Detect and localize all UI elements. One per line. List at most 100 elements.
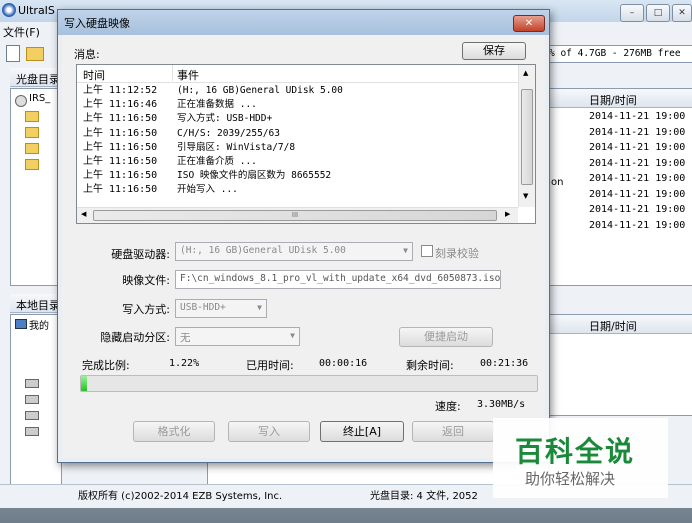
time-column-header[interactable]: 时间 xyxy=(83,67,105,83)
date-cell: 2014-11-21 19:00 xyxy=(589,204,686,215)
hide-partition-label: 隐藏启动分区: xyxy=(100,331,170,344)
maximize-button[interactable]: □ xyxy=(646,4,670,22)
dialog-body: 消息: 保存 时间 事件 上午 11:12:52 (H:, 16 GB)Gener… xyxy=(62,35,545,458)
watermark-logo: 百科全说 助你轻松解决 xyxy=(493,418,668,498)
local-directory-tree[interactable]: 我的 xyxy=(10,314,62,486)
completion-label: 完成比例: xyxy=(82,359,130,372)
ultraiso-app-icon xyxy=(2,3,16,17)
cd-file-list[interactable]: 日期/时间 on 2014-11-21 19:00 2014-11-21 19:… xyxy=(548,88,692,286)
chevron-down-icon: ▼ xyxy=(257,303,262,312)
return-button[interactable]: 返回 xyxy=(412,421,494,442)
local-file-list[interactable]: 日期/时间 xyxy=(548,314,692,416)
watermark-title: 百科全说 xyxy=(515,435,636,468)
progress-bar xyxy=(80,375,538,392)
column-divider xyxy=(172,65,173,81)
partial-column-text: on xyxy=(551,177,564,188)
abort-button[interactable]: 终止[A] xyxy=(320,421,404,442)
folder-icon xyxy=(25,127,39,138)
new-file-icon[interactable] xyxy=(6,45,20,62)
hide-partition-value: 无 xyxy=(180,332,191,344)
open-folder-icon[interactable] xyxy=(26,47,44,61)
remaining-label: 剩余时间: xyxy=(406,359,454,372)
folder-icon xyxy=(25,111,39,122)
write-mode-select[interactable]: USB-HDD+ ▼ xyxy=(175,299,267,318)
log-horizontal-scrollbar[interactable]: ◀ III ▶ xyxy=(77,207,518,223)
format-button[interactable]: 格式化 xyxy=(133,421,215,442)
date-cell: 2014-11-21 19:00 xyxy=(589,219,686,231)
log-vertical-scrollbar[interactable]: ▲ ▼ xyxy=(518,65,535,207)
verify-label[interactable]: 刻录校验 xyxy=(435,245,479,261)
write-button[interactable]: 写入 xyxy=(228,421,310,442)
file-list-header: 日期/时间 xyxy=(549,89,692,108)
date-column-header[interactable]: 日期/时间 xyxy=(589,92,637,108)
horizontal-scroll-thumb[interactable]: III xyxy=(93,210,497,221)
speed-label: 速度: xyxy=(435,400,461,413)
scroll-down-arrow-icon[interactable]: ▼ xyxy=(523,192,528,200)
capacity-text: % of 4.7GB - 276MB free xyxy=(549,48,681,59)
image-file-field[interactable]: F:\cn_windows_8.1_pro_vl_with_update_x64… xyxy=(175,270,501,289)
tree-root-label[interactable]: IRS_ xyxy=(29,93,50,104)
write-mode-value: USB-HDD+ xyxy=(180,302,226,313)
chevron-down-icon: ▼ xyxy=(403,246,408,255)
scroll-right-arrow-icon[interactable]: ▶ xyxy=(505,210,510,218)
drive-icon xyxy=(25,411,39,420)
dialog-title-bar[interactable]: 写入硬盘映像 ✕ xyxy=(58,10,549,35)
date-cell: 2014-11-21 19:00 xyxy=(589,111,686,122)
drive-icon xyxy=(25,427,39,436)
scroll-left-arrow-icon[interactable]: ◀ xyxy=(81,210,86,218)
cd-directory-tree[interactable]: IRS_ xyxy=(10,88,62,286)
write-mode-label: 写入方式: xyxy=(122,303,170,316)
elapsed-label: 已用时间: xyxy=(246,359,294,372)
disk-drive-select[interactable]: (H:, 16 GB)General UDisk 5.00 ▼ xyxy=(175,242,413,261)
date-cell: 2014-11-21 19:00 xyxy=(589,126,686,138)
dialog-title: 写入硬盘映像 xyxy=(64,17,130,30)
local-file-list-header: 日期/时间 xyxy=(549,315,692,334)
write-disk-image-dialog: 写入硬盘映像 ✕ 消息: 保存 时间 事件 上午 11:12:52 (H:, 16… xyxy=(57,9,550,463)
remaining-value: 00:21:36 xyxy=(480,358,529,369)
close-window-button[interactable]: ✕ xyxy=(672,4,692,22)
dialog-close-button[interactable]: ✕ xyxy=(513,15,545,32)
speed-value: 3.30MB/s xyxy=(477,399,526,410)
capacity-bar: % of 4.7GB - 276MB free xyxy=(546,45,692,63)
watermark-subtitle: 助你轻松解决 xyxy=(525,470,616,488)
chevron-down-icon: ▼ xyxy=(290,331,295,340)
date-cell: 2014-11-21 19:00 xyxy=(589,188,686,200)
disk-drive-label: 硬盘驱动器: xyxy=(111,248,170,261)
message-log[interactable]: 时间 事件 上午 11:12:52 (H:, 16 GB)General UDis… xyxy=(76,64,536,224)
computer-icon xyxy=(15,319,27,329)
status-copyright: 版权所有 (c)2002-2014 EZB Systems, Inc. xyxy=(78,491,283,502)
date-cell: 2014-11-21 19:00 xyxy=(589,173,686,184)
scroll-thumb[interactable] xyxy=(521,89,533,185)
drive-icon xyxy=(25,379,39,388)
cd-icon xyxy=(15,95,27,107)
log-header: 时间 事件 xyxy=(77,65,518,83)
progress-fill xyxy=(81,376,87,391)
date-column: 2014-11-21 19:00 2014-11-21 19:00 2014-1… xyxy=(589,111,692,235)
local-directory-label: 本地目录 xyxy=(16,299,60,312)
folder-icon xyxy=(25,143,39,154)
menu-file[interactable]: 文件(F) xyxy=(3,24,40,40)
hide-partition-select[interactable]: 无 ▼ xyxy=(175,327,300,346)
date-cell: 2014-11-21 19:00 xyxy=(589,157,686,169)
quick-boot-button[interactable]: 便捷启动 xyxy=(399,327,493,347)
local-tree-root-label[interactable]: 我的 xyxy=(29,317,49,332)
verify-checkbox[interactable] xyxy=(421,245,433,257)
disk-drive-value: (H:, 16 GB)General UDisk 5.00 xyxy=(180,245,346,256)
image-file-label: 映像文件: xyxy=(122,274,170,287)
scroll-grip: III xyxy=(291,211,299,219)
completion-value: 1.22% xyxy=(169,358,200,369)
background-window-title: UltraISO - 5k_windows_8.1_pro_with_updat… xyxy=(18,4,55,17)
event-column-header[interactable]: 事件 xyxy=(177,67,199,83)
date-column-header-local[interactable]: 日期/时间 xyxy=(589,318,637,334)
scroll-up-arrow-icon[interactable]: ▲ xyxy=(523,69,528,77)
minimize-button[interactable]: – xyxy=(620,4,644,22)
messages-label: 消息: xyxy=(74,48,100,61)
image-file-value: F:\cn_windows_8.1_pro_vl_with_update_x64… xyxy=(180,273,501,284)
folder-icon xyxy=(25,159,39,170)
elapsed-value: 00:00:16 xyxy=(319,358,368,369)
status-cd-dir: 光盘目录: 4 文件, 2052 xyxy=(370,491,478,502)
save-button[interactable]: 保存 xyxy=(462,42,526,60)
date-cell: 2014-11-21 19:00 xyxy=(589,142,686,153)
log-rows: 上午 11:12:52 (H:, 16 GB)General UDisk 5.00… xyxy=(83,85,343,196)
cd-directory-label: 光盘目录 xyxy=(16,73,60,86)
